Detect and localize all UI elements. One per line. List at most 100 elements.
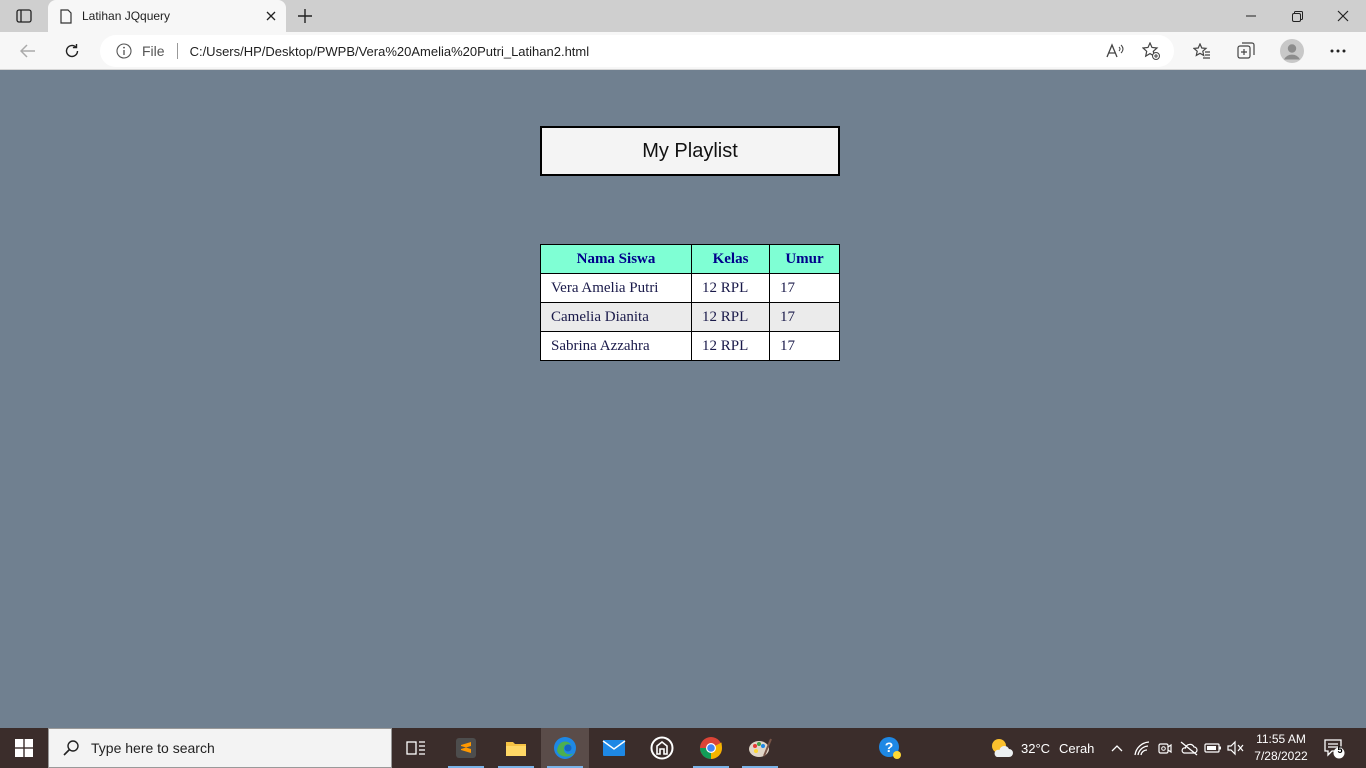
- profile-button[interactable]: [1276, 36, 1308, 66]
- tab-title: Latihan JQquery: [82, 9, 171, 23]
- show-hidden-icons-button[interactable]: [1107, 738, 1127, 758]
- favorites-icon: [1193, 43, 1210, 59]
- help-tray-button[interactable]: ?: [878, 736, 902, 760]
- playlist-heading: My Playlist: [540, 126, 840, 176]
- table-row: Camelia Dianita 12 RPL 17: [540, 302, 840, 332]
- read-aloud-button[interactable]: [1099, 36, 1131, 66]
- header-nama-siswa: Nama Siswa: [540, 244, 692, 274]
- address-divider: [176, 43, 178, 59]
- search-placeholder: Type here to search: [91, 740, 215, 756]
- browser-tab-bar: Latihan JQquery: [0, 0, 1366, 32]
- windows-taskbar: Type here to search ? 32°C Cerah 11:55 A…: [0, 728, 1366, 768]
- battery-icon: [1204, 743, 1221, 753]
- volume-muted-icon: [1227, 740, 1244, 756]
- cell-nama: Camelia Dianita: [540, 302, 692, 332]
- taskbar-search[interactable]: Type here to search: [48, 728, 392, 768]
- chrome-app[interactable]: [687, 728, 735, 768]
- search-icon: [63, 740, 79, 756]
- header-kelas: Kelas: [691, 244, 770, 274]
- folder-icon: [506, 742, 526, 756]
- cell-umur: 17: [769, 302, 840, 332]
- table-header-row: Nama Siswa Kelas Umur: [540, 244, 840, 274]
- table-row: Sabrina Azzahra 12 RPL 17: [540, 331, 840, 361]
- info-icon[interactable]: [116, 43, 136, 59]
- add-favorite-button[interactable]: [1135, 36, 1167, 66]
- svg-text:?: ?: [885, 739, 894, 755]
- address-bar[interactable]: File C:/Users/HP/Desktop/PWPB/Vera%20Ame…: [100, 35, 1174, 67]
- tab-close-button[interactable]: [256, 1, 286, 31]
- task-view-button[interactable]: [392, 728, 440, 768]
- cell-umur: 17: [769, 273, 840, 303]
- edge-icon: [554, 737, 576, 759]
- wifi-icon: [1134, 741, 1150, 756]
- back-arrow-icon: [20, 44, 35, 58]
- collections-button[interactable]: [1230, 36, 1262, 66]
- file-explorer-app[interactable]: [492, 728, 540, 768]
- weather-button[interactable]: [989, 736, 1013, 760]
- volume-control[interactable]: [1226, 738, 1246, 758]
- paint-app[interactable]: [736, 728, 784, 768]
- paint-palette-icon: [749, 738, 772, 757]
- browser-toolbar: File C:/Users/HP/Desktop/PWPB/Vera%20Ame…: [0, 32, 1366, 70]
- settings-menu-button[interactable]: [1322, 36, 1354, 66]
- chevron-up-icon: [1111, 745, 1123, 752]
- windows-logo-icon: [15, 739, 33, 757]
- office-icon: [650, 736, 674, 760]
- page-icon: [60, 8, 72, 24]
- weather-sun-cloud-icon: [992, 739, 1013, 757]
- cell-kelas: 12 RPL: [691, 331, 770, 361]
- clock-time: 11:55 AM: [1256, 732, 1306, 746]
- cloud-off-icon: [1180, 741, 1198, 756]
- table-row: Vera Amelia Putri 12 RPL 17: [540, 273, 840, 303]
- help-icon: ?: [879, 737, 901, 759]
- weather-temperature: 32°C: [1021, 741, 1051, 756]
- tab-actions-icon: [16, 9, 32, 23]
- notification-count: 5: [1337, 745, 1343, 755]
- battery-status[interactable]: [1203, 738, 1223, 758]
- office-app[interactable]: [638, 728, 686, 768]
- system-clock[interactable]: 11:55 AM 7/28/2022: [1250, 731, 1312, 765]
- notifications-button[interactable]: 5: [1322, 736, 1346, 760]
- edge-browser-app[interactable]: [541, 728, 589, 768]
- header-umur: Umur: [769, 244, 840, 274]
- onedrive-status[interactable]: [1179, 738, 1199, 758]
- collections-icon: [1237, 42, 1255, 59]
- sublime-text-app[interactable]: [442, 728, 490, 768]
- back-button[interactable]: [12, 36, 44, 66]
- sublime-text-icon: [456, 738, 476, 758]
- task-view-icon: [406, 741, 425, 755]
- address-url[interactable]: C:/Users/HP/Desktop/PWPB/Vera%20Amelia%2…: [190, 44, 590, 59]
- new-tab-button[interactable]: [292, 4, 318, 28]
- mail-app[interactable]: [590, 728, 638, 768]
- close-window-button[interactable]: [1320, 0, 1366, 32]
- clock-date: 7/28/2022: [1254, 749, 1308, 763]
- student-table: Nama Siswa Kelas Umur Vera Amelia Putri …: [540, 244, 840, 361]
- network-status[interactable]: [1132, 738, 1152, 758]
- refresh-icon: [65, 44, 79, 58]
- more-icon: [1330, 49, 1346, 53]
- close-window-icon: [1337, 10, 1349, 22]
- weather-description: Cerah: [1059, 741, 1095, 756]
- address-scheme-label: File: [142, 43, 165, 59]
- camera-icon: [1158, 743, 1172, 754]
- cell-kelas: 12 RPL: [691, 273, 770, 303]
- chrome-icon: [700, 737, 722, 759]
- minimize-button[interactable]: [1228, 0, 1274, 32]
- mail-icon: [602, 740, 626, 756]
- avatar-icon: [1280, 39, 1304, 63]
- refresh-button[interactable]: [56, 36, 88, 66]
- cell-nama: Vera Amelia Putri: [540, 273, 692, 303]
- favorites-button[interactable]: [1186, 36, 1218, 66]
- restore-button[interactable]: [1274, 0, 1320, 32]
- start-button[interactable]: [0, 728, 48, 768]
- meet-now-button[interactable]: [1155, 738, 1175, 758]
- restore-icon: [1291, 10, 1303, 22]
- close-icon: [266, 11, 276, 21]
- browser-tab[interactable]: Latihan JQquery: [48, 0, 286, 32]
- tab-actions-button[interactable]: [10, 6, 38, 26]
- plus-icon: [298, 9, 312, 23]
- read-aloud-icon: [1106, 43, 1124, 58]
- cell-umur: 17: [769, 331, 840, 361]
- star-add-icon: [1142, 42, 1160, 60]
- minimize-icon: [1246, 15, 1256, 17]
